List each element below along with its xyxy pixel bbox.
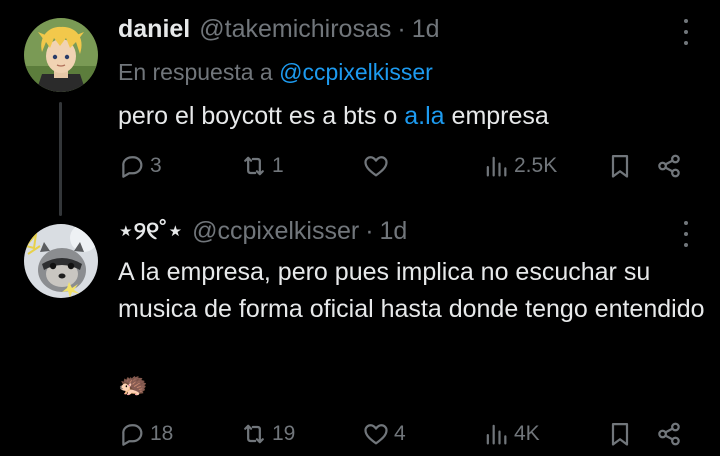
more-options-icon[interactable] [682, 19, 690, 45]
reply-count: 18 [150, 422, 174, 445]
action-bar: 18 19 4 4K [118, 418, 690, 450]
repost-button[interactable]: 19 [240, 418, 295, 450]
views-button[interactable]: 4K [482, 418, 540, 450]
separator-dot: · [397, 15, 406, 43]
post-text-part: pero el boycott es a bts o [118, 102, 405, 130]
views-count: 2.5K [514, 154, 558, 177]
share-icon [658, 154, 680, 178]
reply-button[interactable]: 18 [118, 418, 173, 450]
bookmark-button[interactable] [606, 418, 634, 450]
share-button[interactable] [655, 150, 683, 182]
bookmark-icon [611, 154, 629, 178]
heart-icon [364, 424, 388, 445]
reply-count: 3 [150, 154, 162, 177]
heart-icon [364, 156, 388, 177]
views-chart-icon [486, 424, 507, 445]
reply-post[interactable]: ⋆୨୧˚⋆ @ccpixelkisser · 1d A la empresa, … [0, 208, 720, 456]
post-header: daniel @takemichirosas · 1d [118, 15, 440, 44]
display-name[interactable]: daniel [118, 15, 190, 44]
anime-avatar-icon [24, 18, 98, 92]
views-button[interactable]: 2.5K [482, 150, 557, 182]
action-bar: 3 1 2.5K [118, 150, 690, 182]
bookmark-button[interactable] [606, 150, 634, 182]
reply-context: En respuesta a @ccpixelkisser [118, 59, 433, 86]
timestamp[interactable]: 1d [380, 217, 408, 246]
repost-button[interactable]: 1 [240, 150, 284, 182]
reply-button[interactable]: 3 [118, 150, 162, 182]
repost-count: 1 [272, 154, 284, 177]
views-count: 4K [514, 422, 540, 445]
raccoon-avatar-icon [24, 224, 98, 298]
share-button[interactable] [655, 418, 683, 450]
repost-icon [244, 156, 264, 176]
repost-icon [244, 424, 264, 444]
reply-icon [122, 424, 143, 446]
post-text: pero el boycott es a bts o a.la empresa [118, 98, 549, 135]
reply-mention-link[interactable]: @ccpixelkisser [279, 59, 433, 85]
share-icon [658, 422, 680, 446]
like-button[interactable] [362, 150, 394, 182]
like-button[interactable]: 4 [362, 418, 406, 450]
reply-prefix: En respuesta a [118, 59, 273, 85]
post-link[interactable]: a.la [404, 102, 444, 130]
post-text: A la empresa, pero pues implica no escuc… [118, 258, 705, 323]
avatar[interactable] [24, 224, 98, 298]
avatar[interactable] [24, 18, 98, 92]
more-options-icon[interactable] [682, 221, 690, 247]
bookmark-icon [611, 422, 629, 446]
reply-icon [122, 156, 143, 178]
username-handle[interactable]: @takemichirosas [199, 15, 391, 44]
like-count: 4 [394, 422, 406, 445]
separator-dot: · [365, 217, 374, 245]
repost-count: 19 [272, 422, 296, 445]
display-name[interactable]: ⋆୨୧˚⋆ [118, 216, 183, 246]
views-chart-icon [486, 156, 507, 177]
username-handle[interactable]: @ccpixelkisser [192, 217, 359, 246]
post-header: ⋆୨୧˚⋆ @ccpixelkisser · 1d [118, 216, 407, 246]
reply-post[interactable]: daniel @takemichirosas · 1d En respuesta… [0, 0, 720, 208]
hedgehog-emoji: 🦔 [118, 371, 148, 398]
timestamp[interactable]: 1d [412, 15, 440, 44]
post-text-part: empresa [444, 102, 549, 130]
